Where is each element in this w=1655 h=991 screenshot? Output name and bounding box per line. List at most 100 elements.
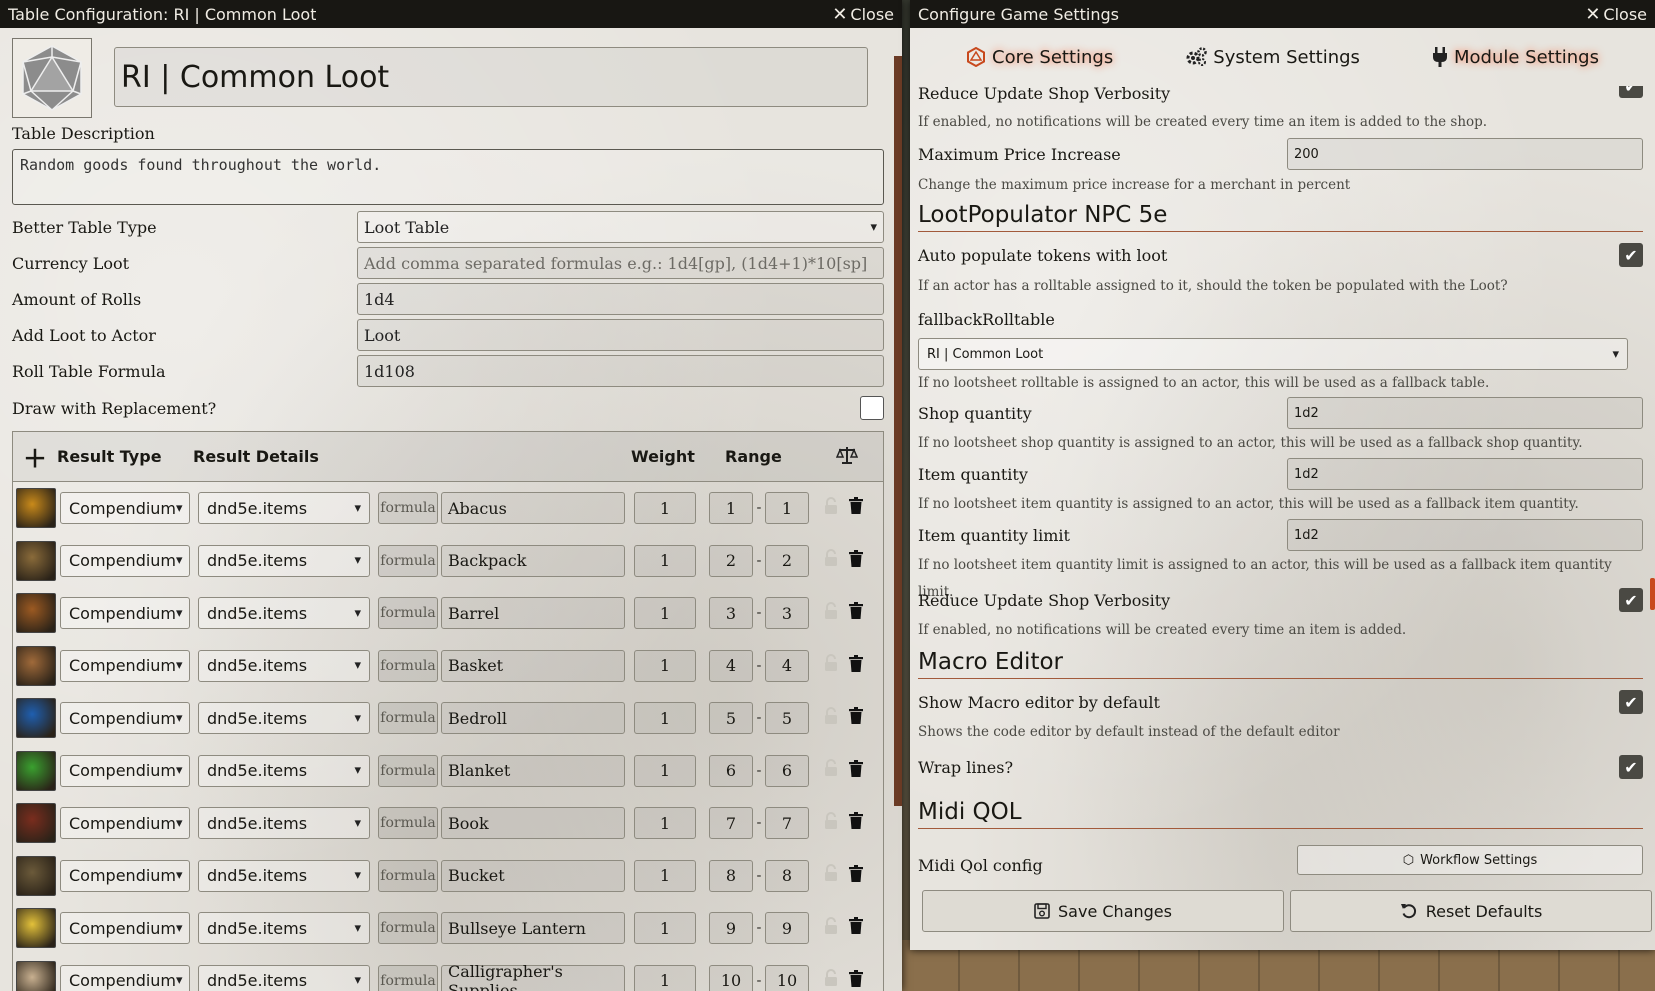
- trash-icon[interactable]: [849, 602, 865, 624]
- lock-icon[interactable]: [823, 969, 841, 991]
- setting-checkbox[interactable]: ✔: [1619, 243, 1643, 267]
- result-type-select[interactable]: Compendium ▾: [60, 754, 190, 787]
- formula-tag[interactable]: formula: [378, 597, 438, 630]
- range-low-input[interactable]: 3: [709, 597, 753, 630]
- normalize-weights-button[interactable]: [827, 445, 867, 469]
- result-name-input[interactable]: Abacus: [441, 492, 625, 525]
- weight-input[interactable]: 1: [634, 702, 696, 735]
- formula-tag[interactable]: formula: [378, 964, 438, 991]
- formula-tag[interactable]: formula: [378, 544, 438, 577]
- lock-icon[interactable]: [823, 864, 841, 887]
- weight-input[interactable]: 1: [634, 754, 696, 787]
- scrollbar[interactable]: [894, 56, 902, 806]
- result-name-input[interactable]: Bucket: [441, 859, 625, 892]
- item-icon[interactable]: [16, 540, 56, 581]
- trash-icon[interactable]: [849, 654, 865, 677]
- lock-icon[interactable]: [823, 549, 841, 572]
- trash-icon[interactable]: [849, 969, 865, 991]
- table-type-select[interactable]: Loot Table ▾: [357, 211, 884, 243]
- formula-tag[interactable]: formula: [378, 492, 438, 525]
- weight-input[interactable]: 1: [634, 492, 696, 525]
- compendium-select[interactable]: dnd5e.items ▾: [198, 964, 370, 991]
- close-button[interactable]: ✕ Close: [1585, 4, 1647, 25]
- setting-checkbox[interactable]: ✔: [1619, 755, 1643, 779]
- formula-tag[interactable]: formula: [378, 649, 438, 682]
- range-high-input[interactable]: 4: [765, 649, 809, 682]
- roll-formula-input[interactable]: 1d108: [357, 355, 884, 387]
- trash-icon[interactable]: [849, 497, 865, 519]
- range-high-input[interactable]: 2: [765, 544, 809, 577]
- range-low-input[interactable]: 10: [709, 964, 753, 991]
- formula-tag[interactable]: formula: [378, 702, 438, 735]
- lock-icon[interactable]: [823, 759, 841, 782]
- range-high-input[interactable]: 8: [765, 859, 809, 892]
- item-icon[interactable]: [16, 960, 56, 991]
- range-high-input[interactable]: 7: [765, 807, 809, 840]
- fallback-table-select[interactable]: RI | Common Loot ▾: [918, 338, 1628, 370]
- window-header[interactable]: Table Configuration: RI | Common Loot ✕ C…: [0, 0, 902, 28]
- formula-tag[interactable]: formula: [378, 912, 438, 945]
- range-low-input[interactable]: 5: [709, 702, 753, 735]
- result-type-select[interactable]: Compendium ▾: [60, 912, 190, 945]
- setting-checkbox[interactable]: ✔: [1619, 86, 1643, 98]
- workflow-settings-button[interactable]: ⬡ Workflow Settings: [1297, 845, 1643, 875]
- range-low-input[interactable]: 2: [709, 544, 753, 577]
- trash-icon[interactable]: [849, 864, 865, 887]
- weight-input[interactable]: 1: [634, 544, 696, 577]
- weight-input[interactable]: 1: [634, 912, 696, 945]
- weight-input[interactable]: 1: [634, 859, 696, 892]
- result-type-select[interactable]: Compendium ▾: [60, 649, 190, 682]
- compendium-select[interactable]: dnd5e.items ▾: [198, 912, 370, 945]
- range-low-input[interactable]: 1: [709, 492, 753, 525]
- formula-tag[interactable]: formula: [378, 754, 438, 787]
- scrollbar[interactable]: [1650, 578, 1655, 610]
- weight-input[interactable]: 1: [634, 964, 696, 991]
- formula-tag[interactable]: formula: [378, 807, 438, 840]
- item-icon[interactable]: [16, 488, 56, 529]
- trash-icon[interactable]: [849, 759, 865, 782]
- trash-icon[interactable]: [849, 812, 865, 834]
- lock-icon[interactable]: [823, 496, 841, 520]
- range-low-input[interactable]: 6: [709, 754, 753, 787]
- result-name-input[interactable]: Book: [441, 807, 625, 840]
- result-type-select[interactable]: Compendium ▾: [60, 964, 190, 991]
- result-type-select[interactable]: Compendium ▾: [60, 702, 190, 735]
- add-result-button[interactable]: ＋: [13, 439, 57, 474]
- result-name-input[interactable]: Calligrapher's Supplies: [441, 962, 625, 991]
- result-name-input[interactable]: Bedroll: [441, 702, 625, 735]
- formula-tag[interactable]: formula: [378, 859, 438, 892]
- trash-icon[interactable]: [849, 917, 865, 939]
- setting-input[interactable]: 1d2: [1287, 397, 1643, 429]
- save-changes-button[interactable]: Save Changes: [922, 890, 1284, 932]
- window-header[interactable]: Configure Game Settings ✕ Close: [910, 0, 1655, 28]
- result-type-select[interactable]: Compendium ▾: [60, 492, 190, 525]
- range-high-input[interactable]: 9: [765, 912, 809, 945]
- add-loot-input[interactable]: Loot: [357, 319, 884, 351]
- compendium-select[interactable]: dnd5e.items ▾: [198, 702, 370, 735]
- result-type-select[interactable]: Compendium ▾: [60, 807, 190, 840]
- compendium-select[interactable]: dnd5e.items ▾: [198, 859, 370, 892]
- close-button[interactable]: ✕ Close: [832, 4, 894, 25]
- setting-checkbox[interactable]: ✔: [1619, 690, 1643, 714]
- compendium-select[interactable]: dnd5e.items ▾: [198, 492, 370, 525]
- tab-module-settings[interactable]: Module Settings: [1432, 47, 1599, 68]
- result-name-input[interactable]: Blanket: [441, 754, 625, 787]
- weight-input[interactable]: 1: [634, 597, 696, 630]
- item-icon[interactable]: [16, 698, 56, 739]
- range-high-input[interactable]: 6: [765, 754, 809, 787]
- compendium-select[interactable]: dnd5e.items ▾: [198, 544, 370, 577]
- item-icon[interactable]: [16, 593, 56, 634]
- lock-icon[interactable]: [823, 706, 841, 730]
- result-type-select[interactable]: Compendium ▾: [60, 544, 190, 577]
- currency-loot-input[interactable]: Add comma separated formulas e.g.: 1d4[g…: [357, 247, 884, 279]
- weight-input[interactable]: 1: [634, 649, 696, 682]
- table-image[interactable]: [12, 38, 92, 118]
- lock-icon[interactable]: [823, 654, 841, 677]
- lock-icon[interactable]: [823, 811, 841, 835]
- range-low-input[interactable]: 9: [709, 912, 753, 945]
- result-type-select[interactable]: Compendium ▾: [60, 859, 190, 892]
- range-high-input[interactable]: 3: [765, 597, 809, 630]
- item-icon[interactable]: [16, 645, 56, 686]
- tab-core-settings[interactable]: Core Settings: [966, 47, 1113, 68]
- compendium-select[interactable]: dnd5e.items ▾: [198, 597, 370, 630]
